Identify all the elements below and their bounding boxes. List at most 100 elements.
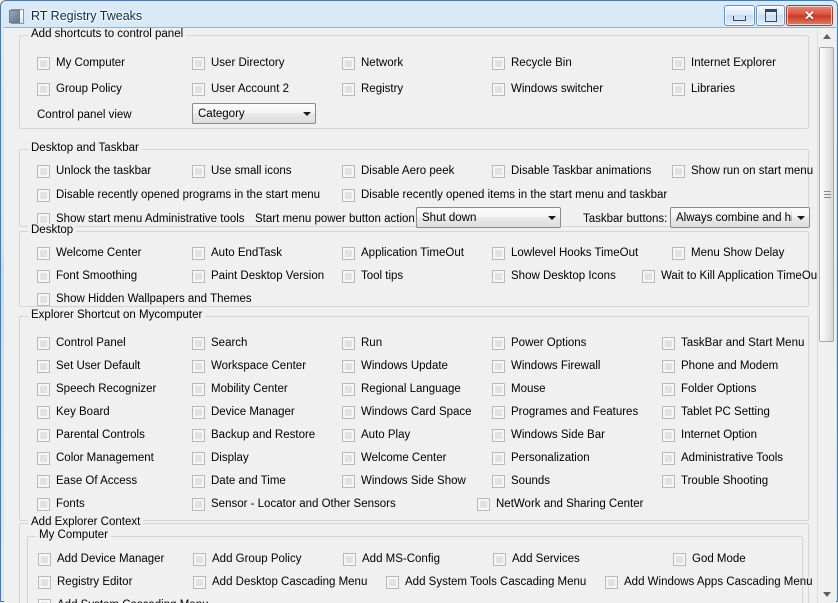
checkbox-box[interactable]	[672, 57, 685, 70]
checkbox-mouse[interactable]: Mouse	[492, 382, 546, 397]
checkbox-device-manager[interactable]: Device Manager	[192, 405, 295, 420]
checkbox-my-computer[interactable]: My Computer	[37, 56, 125, 71]
checkbox-windows-side-show[interactable]: Windows Side Show	[342, 474, 466, 489]
checkbox-disable-recently-opened-items[interactable]: Disable recently opened items in the sta…	[342, 188, 667, 203]
checkbox-box[interactable]	[386, 576, 399, 589]
checkbox-ease-of-access[interactable]: Ease Of Access	[37, 474, 137, 489]
checkbox-box[interactable]	[492, 57, 505, 70]
checkbox-disable-aero-peek[interactable]: Disable Aero peek	[342, 164, 454, 179]
checkbox-box[interactable]	[37, 189, 50, 202]
checkbox-windows-firewall[interactable]: Windows Firewall	[492, 359, 600, 374]
scroll-down-button[interactable]	[818, 586, 835, 603]
checkbox-wait-to-kill-application-timeout[interactable]: Wait to Kill Application TimeOut	[642, 269, 817, 284]
checkbox-box[interactable]	[193, 576, 206, 589]
checkbox-box[interactable]	[672, 165, 685, 178]
checkbox-trouble-shooting[interactable]: Trouble Shooting	[662, 474, 768, 489]
checkbox-add-ms-config[interactable]: Add MS-Config	[343, 552, 440, 567]
checkbox-sensor-locator-and-other-sensors[interactable]: Sensor - Locator and Other Sensors	[192, 497, 396, 512]
checkbox-add-desktop-cascading-menu[interactable]: Add Desktop Cascading Menu	[193, 575, 367, 590]
checkbox-box[interactable]	[192, 383, 205, 396]
checkbox-add-device-manager[interactable]: Add Device Manager	[38, 552, 164, 567]
taskbar-buttons-select[interactable]: Always combine and hide	[670, 207, 810, 228]
checkbox-add-system-cascading-menu[interactable]: Add System Cascading Menu	[38, 598, 209, 603]
checkbox-box[interactable]	[192, 83, 205, 96]
checkbox-welcome-center[interactable]: Welcome Center	[37, 246, 141, 261]
checkbox-network-and-sharing-center[interactable]: NetWork and Sharing Center	[477, 497, 643, 512]
checkbox-box[interactable]	[37, 498, 50, 511]
checkbox-add-windows-apps-cascading-menu[interactable]: Add Windows Apps Cascading Menu	[605, 575, 813, 590]
checkbox-box[interactable]	[477, 498, 490, 511]
checkbox-box[interactable]	[342, 247, 355, 260]
checkbox-box[interactable]	[662, 452, 675, 465]
checkbox-libraries[interactable]: Libraries	[672, 82, 735, 97]
checkbox-box[interactable]	[37, 383, 50, 396]
checkbox-show-desktop-icons[interactable]: Show Desktop Icons	[492, 269, 616, 284]
checkbox-date-and-time[interactable]: Date and Time	[192, 474, 286, 489]
checkbox-box[interactable]	[192, 360, 205, 373]
checkbox-run[interactable]: Run	[342, 336, 382, 351]
checkbox-box[interactable]	[662, 360, 675, 373]
checkbox-group-policy[interactable]: Group Policy	[37, 82, 122, 97]
checkbox-backup-and-restore[interactable]: Backup and Restore	[192, 428, 315, 443]
checkbox-welcome-center-explorer[interactable]: Welcome Center	[342, 451, 446, 466]
checkbox-auto-play[interactable]: Auto Play	[342, 428, 410, 443]
checkbox-mobility-center[interactable]: Mobility Center	[192, 382, 288, 397]
checkbox-programes-and-features[interactable]: Programes and Features	[492, 405, 638, 420]
checkbox-color-management[interactable]: Color Management	[37, 451, 154, 466]
checkbox-box[interactable]	[672, 247, 685, 260]
chevron-down-icon[interactable]	[298, 111, 315, 116]
checkbox-box[interactable]	[37, 406, 50, 419]
checkbox-box[interactable]	[193, 553, 206, 566]
checkbox-box[interactable]	[37, 57, 50, 70]
checkbox-phone-and-modem[interactable]: Phone and Modem	[662, 359, 778, 374]
power-button-action-select[interactable]: Shut down	[416, 207, 561, 228]
checkbox-box[interactable]	[38, 553, 51, 566]
checkbox-registry[interactable]: Registry	[342, 82, 403, 97]
checkbox-add-group-policy[interactable]: Add Group Policy	[193, 552, 302, 567]
checkbox-box[interactable]	[492, 270, 505, 283]
checkbox-user-directory[interactable]: User Directory	[192, 56, 284, 71]
checkbox-box[interactable]	[342, 165, 355, 178]
checkbox-box[interactable]	[192, 406, 205, 419]
checkbox-windows-switcher[interactable]: Windows switcher	[492, 82, 603, 97]
checkbox-god-mode[interactable]: God Mode	[673, 552, 746, 567]
checkbox-taskbar-and-start-menu[interactable]: TaskBar and Start Menu	[662, 336, 804, 351]
checkbox-box[interactable]	[192, 498, 205, 511]
checkbox-workspace-center[interactable]: Workspace Center	[192, 359, 306, 374]
checkbox-speech-recognizer[interactable]: Speech Recognizer	[37, 382, 156, 397]
checkbox-box[interactable]	[493, 553, 506, 566]
minimize-button[interactable]	[724, 5, 755, 26]
checkbox-disable-recently-opened-programs[interactable]: Disable recently opened programs in the …	[37, 188, 320, 203]
checkbox-box[interactable]	[492, 337, 505, 350]
checkbox-box[interactable]	[37, 475, 50, 488]
checkbox-box[interactable]	[192, 270, 205, 283]
checkbox-use-small-icons[interactable]: Use small icons	[192, 164, 292, 179]
checkbox-sounds[interactable]: Sounds	[492, 474, 550, 489]
checkbox-box[interactable]	[192, 452, 205, 465]
checkbox-box[interactable]	[605, 576, 618, 589]
checkbox-show-hidden-wallpapers-and-themes[interactable]: Show Hidden Wallpapers and Themes	[37, 292, 252, 307]
control-panel-view-select[interactable]: Category	[192, 103, 316, 124]
checkbox-application-timeout[interactable]: Application TimeOut	[342, 246, 464, 261]
checkbox-box[interactable]	[192, 475, 205, 488]
scrollbar-thumb[interactable]	[819, 47, 834, 342]
checkbox-box[interactable]	[37, 293, 50, 306]
scroll-up-button[interactable]	[818, 28, 835, 45]
checkbox-fonts[interactable]: Fonts	[37, 497, 85, 512]
checkbox-unlock-the-taskbar[interactable]: Unlock the taskbar	[37, 164, 151, 179]
checkbox-box[interactable]	[662, 383, 675, 396]
checkbox-box[interactable]	[492, 247, 505, 260]
checkbox-box[interactable]	[342, 270, 355, 283]
checkbox-show-run-on-start-menu[interactable]: Show run on start menu	[672, 164, 813, 179]
vertical-scrollbar[interactable]	[817, 28, 835, 603]
checkbox-regional-language[interactable]: Regional Language	[342, 382, 461, 397]
checkbox-box[interactable]	[192, 429, 205, 442]
checkbox-administrative-tools[interactable]: Administrative Tools	[662, 451, 783, 466]
checkbox-box[interactable]	[343, 553, 356, 566]
checkbox-auto-endtask[interactable]: Auto EndTask	[192, 246, 282, 261]
checkbox-box[interactable]	[672, 83, 685, 96]
checkbox-box[interactable]	[342, 57, 355, 70]
checkbox-box[interactable]	[492, 429, 505, 442]
checkbox-box[interactable]	[662, 475, 675, 488]
close-button[interactable]: ✕	[786, 5, 833, 26]
